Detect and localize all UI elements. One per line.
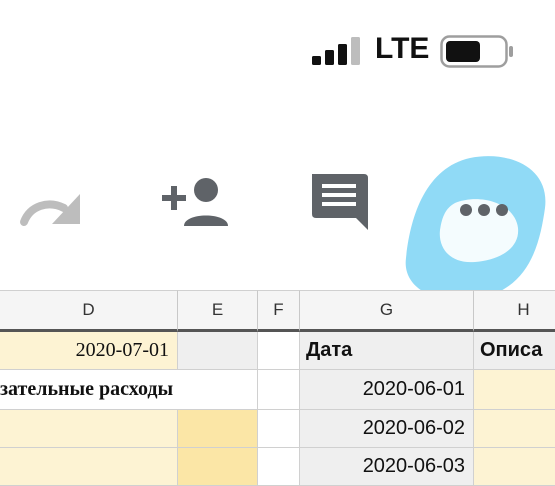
cell-g1[interactable]: Дата [300, 332, 474, 370]
network-type-label: LTE [375, 32, 430, 65]
status-bar: LTE [0, 0, 555, 100]
column-header-d[interactable]: D [0, 290, 178, 332]
column-header-e[interactable]: E [178, 290, 258, 332]
battery-icon [440, 35, 513, 68]
sheet-toolbar [0, 140, 555, 300]
cellular-signal-icon [312, 37, 360, 65]
cell-g2[interactable]: 2020-06-01 [300, 370, 474, 410]
spreadsheet-grid: D E F G H 2020-07-01 Дата Описа зательны… [0, 290, 555, 486]
add-person-icon[interactable] [160, 176, 234, 228]
cell-f4[interactable] [258, 448, 300, 486]
cell-e3[interactable] [178, 410, 258, 448]
cell-h1[interactable]: Описа [474, 332, 555, 370]
redo-icon[interactable] [18, 188, 84, 230]
cell-h4[interactable] [474, 448, 555, 486]
cell-g4[interactable]: 2020-06-03 [300, 448, 474, 486]
column-header-h[interactable]: H [474, 290, 555, 332]
cell-h3[interactable] [474, 410, 555, 448]
cell-d1[interactable]: 2020-07-01 [0, 332, 178, 370]
cell-e1[interactable] [178, 332, 258, 370]
comment-icon[interactable] [308, 170, 372, 234]
cell-d4[interactable] [0, 448, 178, 486]
cell-h2[interactable] [474, 370, 555, 410]
cell-f1[interactable] [258, 332, 300, 370]
column-header-f[interactable]: F [258, 290, 300, 332]
cell-d3[interactable] [0, 410, 178, 448]
cell-d2[interactable]: зательные расходы [0, 370, 258, 410]
cell-f2[interactable] [258, 370, 300, 410]
cell-e4[interactable] [178, 448, 258, 486]
more-options-icon[interactable] [400, 148, 550, 308]
cell-f3[interactable] [258, 410, 300, 448]
column-header-g[interactable]: G [300, 290, 474, 332]
cell-g3[interactable]: 2020-06-02 [300, 410, 474, 448]
